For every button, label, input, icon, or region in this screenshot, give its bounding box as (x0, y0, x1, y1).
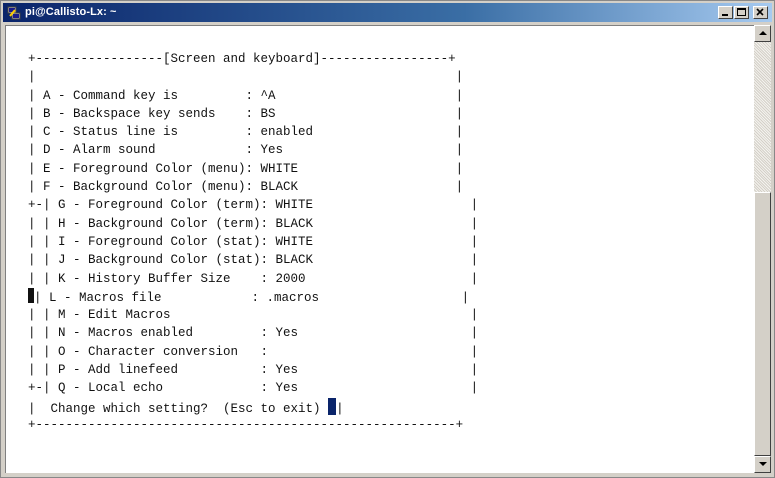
prompt-row: | Change which setting? (Esc to exit) | (28, 397, 478, 416)
arrow-up-icon (759, 31, 767, 35)
menu-border-line: | | (28, 70, 464, 85)
scroll-down-button[interactable] (754, 456, 771, 473)
setting-prompt: | Change which setting? (Esc to exit) (28, 401, 329, 416)
menu-item-alarm-sound: | D - Alarm sound : Yes | (28, 143, 464, 158)
menu-item-fg-color-menu: | E - Foreground Color (menu): WHITE | (28, 161, 464, 176)
title-bar[interactable]: pi@Callisto-Lx: ~ (3, 3, 772, 22)
menu-item-macros-file-row: | L - Macros file : .macros | (28, 287, 478, 306)
menu-item-fg-color-stat: | | I - Foreground Color (stat): WHITE | (28, 234, 479, 249)
terminal-screen[interactable]: +-----------------[Screen and keyboard]-… (28, 50, 478, 434)
menu-item-history-buffer: | | K - History Buffer Size : 2000 | (28, 271, 479, 286)
menu-item-edit-macros: | | M - Edit Macros | (28, 308, 479, 323)
menu-item-bg-color-stat: | | J - Background Color (stat): BLACK | (28, 253, 479, 268)
scrollbar-thumb[interactable] (754, 192, 771, 456)
terminal-window: pi@Callisto-Lx: ~ +-----------------[Scr… (0, 0, 775, 478)
menu-item-add-linefeed: | | P - Add linefeed : Yes | (28, 363, 479, 378)
menu-item-macros-enabled: | | N - Macros enabled : Yes | (28, 326, 479, 341)
terminal-area[interactable]: +-----------------[Screen and keyboard]-… (5, 25, 754, 473)
menu-item-backspace-key: | B - Backspace key sends : BS | (28, 106, 464, 121)
window-title: pi@Callisto-Lx: ~ (25, 6, 117, 18)
putty-terminal-icon[interactable] (7, 5, 21, 20)
maximize-button[interactable] (734, 6, 749, 19)
prompt-border-tail: | (336, 401, 344, 416)
menu-border-bottom: +---------------------------------------… (28, 417, 464, 432)
close-button[interactable] (753, 6, 768, 19)
menu-item-bg-color-term: | | H - Background Color (term): BLACK | (28, 216, 479, 231)
vertical-scrollbar[interactable] (754, 25, 771, 473)
menu-item-status-line: | C - Status line is : enabled | (28, 125, 464, 140)
menu-item-macros-file: | L - Macros file : .macros | (34, 290, 470, 305)
scroll-up-button[interactable] (754, 25, 771, 42)
minimize-button[interactable] (718, 6, 733, 19)
menu-item-fg-color-term: +-| G - Foreground Color (term): WHITE | (28, 198, 479, 213)
menu-item-char-conversion: | | O - Character conversion : | (28, 344, 479, 359)
menu-item-bg-color-menu: | F - Background Color (menu): BLACK | (28, 180, 464, 195)
menu-border-top: +-----------------[Screen and keyboard]-… (28, 52, 456, 66)
text-cursor (328, 397, 337, 415)
menu-item-command-key: | A - Command key is : ^A | (28, 88, 464, 103)
arrow-down-icon (759, 462, 767, 466)
menu-item-local-echo: +-| Q - Local echo : Yes | (28, 381, 479, 396)
